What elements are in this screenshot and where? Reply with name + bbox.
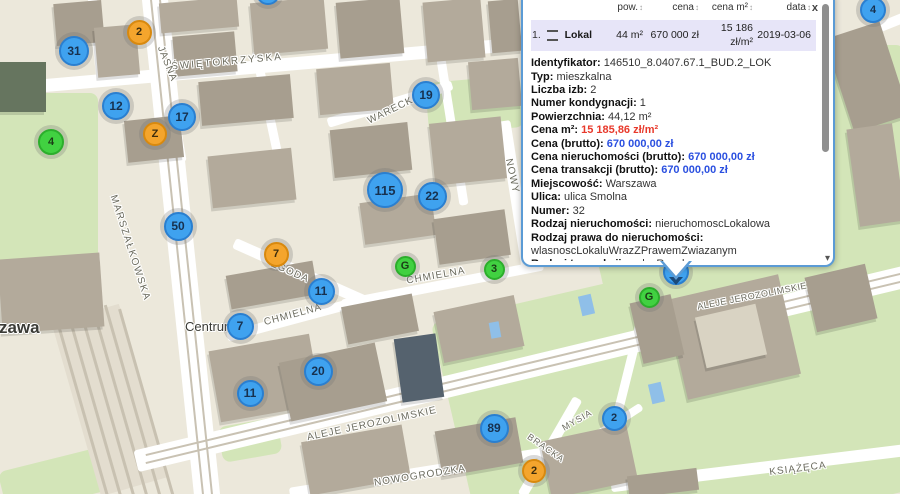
detail-row: Powierzchnia: 44,12 m² [531,111,816,124]
detail-row: Numer: 32 [531,205,816,218]
building [159,0,239,33]
cluster-marker-89[interactable]: 89 [480,414,509,443]
row-data: 2019-03-06 [753,29,811,42]
cluster-marker-3[interactable]: 3 [484,259,505,280]
row-cena-m2: 15 186 zł/m² [699,22,753,49]
building [433,209,511,265]
detail-row: Cena transakcji (brutto): 670 000,00 zł [531,164,816,177]
header-pow-label: pow. [617,2,638,13]
popup-arrow-fill [663,261,689,276]
cluster-marker-115[interactable]: 115 [367,172,403,208]
cluster-marker-12[interactable]: 12 [102,92,130,120]
park-area [0,93,98,263]
building [394,333,444,402]
detail-row: Numer kondygnacji: 1 [531,97,816,110]
property-popup: pow.↕ cena↕ cena m²↕ data↕ 1. Lokal 44 m… [521,0,835,267]
detail-row: Liczba izb: 2 [531,84,816,97]
detail-row: Rodzaj prawa do nieruchomości: wlasnoscL… [531,232,816,259]
building [468,58,522,110]
cluster-marker-4[interactable]: 4 [38,129,64,155]
detail-row: Ulica: ulica Smolna [531,191,816,204]
building [422,0,485,62]
cluster-marker-11[interactable]: 11 [237,380,264,407]
cluster-marker-20[interactable]: 20 [304,357,333,386]
building [488,0,522,53]
cluster-marker-2[interactable]: 2 [602,406,627,431]
detail-row: Rodzaj nieruchomości: nieruchomoscLokalo… [531,218,816,231]
sort-header-cena-m2[interactable]: cena m²↕ [699,1,753,14]
building [250,0,328,55]
header-cena-m2-label: cena m² [712,2,748,13]
row-cena: 670 000 zł [643,29,699,42]
street-label: MARSZAŁKOWSKA [108,194,153,303]
popup-content: pow.↕ cena↕ cena m²↕ data↕ 1. Lokal 44 m… [531,1,816,261]
map-stage: ŚWIĘTOKRZYSKAJASNAWARECKAMARSZAŁKOWSKAZG… [0,0,900,494]
detail-row: Cena (brutto): 670 000,00 zł [531,138,816,151]
cluster-marker-31[interactable]: 31 [59,36,89,66]
cluster-marker-50[interactable]: 50 [164,212,193,241]
cluster-marker-17[interactable]: 17 [168,103,196,131]
sort-header-data[interactable]: data↕ [753,1,811,14]
detail-row: Cena nieruchomości (brutto): 670 000,00 … [531,151,816,164]
header-data-label: data [787,2,806,13]
row-pow: 44 m² [601,29,643,42]
detail-row: Identyfikator: 146510_8.0407.67.1_BUD.2_… [531,57,816,70]
result-row[interactable]: 1. Lokal 44 m² 670 000 zł 15 186 zł/m² 2… [531,20,816,51]
cluster-marker-11[interactable]: 11 [308,278,335,305]
popup-scrollbar-thumb[interactable] [822,4,829,152]
scroll-down-icon[interactable]: ▾ [825,254,830,264]
cluster-marker-Z[interactable]: Z [143,122,167,146]
lokal-type-icon [547,30,558,41]
close-icon[interactable]: x [812,3,818,13]
sort-icon: ↕ [807,3,811,12]
results-table-header: pow.↕ cena↕ cena m²↕ data↕ [531,1,816,14]
place-label: Warszawa [0,318,40,338]
cluster-marker-G[interactable]: G [639,287,660,308]
building [330,122,413,178]
cluster-marker-G[interactable]: G [395,256,416,277]
cluster-marker-19[interactable]: 19 [412,81,440,109]
header-cena-label: cena [672,2,694,13]
building [336,0,405,59]
building [0,62,46,112]
detail-row: Typ: mieszkalna [531,71,816,84]
cluster-marker-7[interactable]: 7 [264,242,289,267]
cluster-marker-2[interactable]: 2 [127,20,152,45]
building [198,74,293,126]
sort-header-cena[interactable]: cena↕ [643,1,699,14]
building [208,148,297,208]
cluster-marker-7[interactable]: 7 [227,313,254,340]
cluster-marker-2[interactable]: 2 [522,459,546,483]
sort-header-pow[interactable]: pow.↕ [601,1,643,14]
property-details: Identyfikator: 146510_8.0407.67.1_BUD.2_… [531,57,816,261]
row-index: 1. [532,29,541,41]
detail-row: Miejscowość: Warszawa [531,178,816,191]
cluster-marker-22[interactable]: 22 [418,182,447,211]
detail-row: Cena m²: 15 185,86 zł/m² [531,124,816,137]
building [429,116,507,185]
row-type-label: Lokal [565,29,592,41]
